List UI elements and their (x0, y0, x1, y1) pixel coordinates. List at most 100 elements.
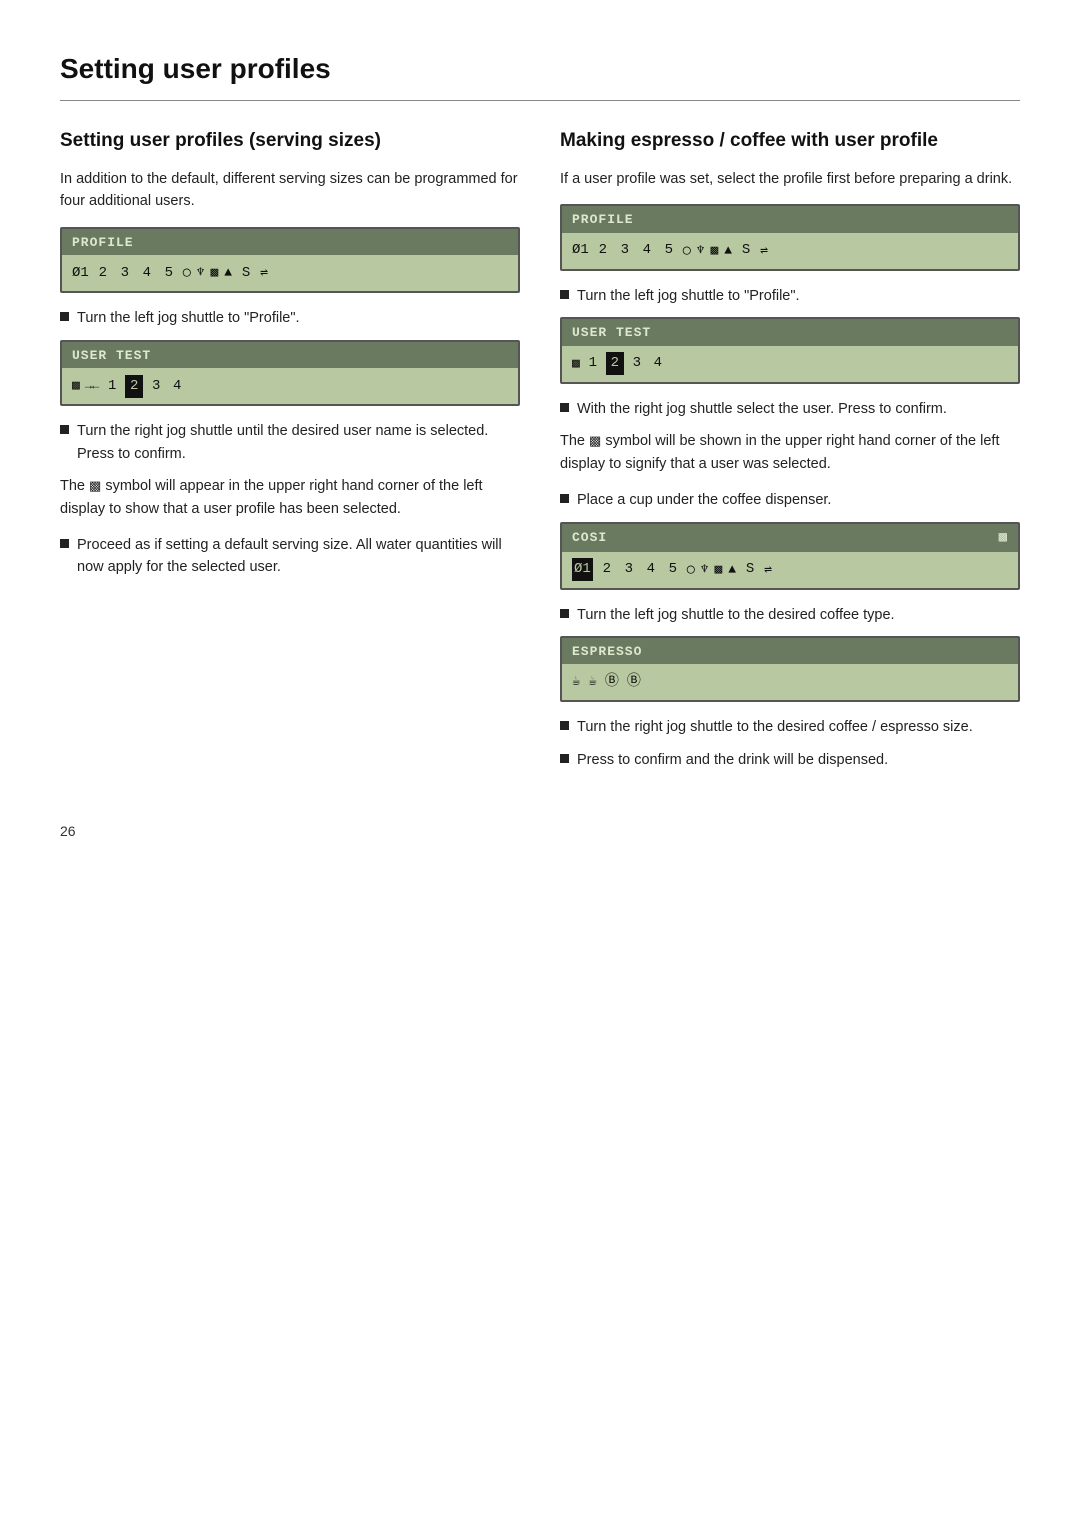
r-bullet-square-5 (560, 721, 569, 730)
right-bullet-4: Turn the left jog shuttle to the desired… (560, 604, 1020, 626)
inline-user-icon: ▩ (89, 476, 101, 496)
right-profile-title: PROFILE (562, 206, 1018, 233)
right-bullet-3: Place a cup under the coffee dispenser. (560, 489, 1020, 511)
left-profile-title: PROFILE (62, 229, 518, 256)
cosi-char-5: 5 (665, 559, 681, 580)
r-lcd-steam-icon: ♆ (697, 241, 705, 261)
left-user-test-display: USER TEST ▩ →← 1 2 3 4 (60, 340, 520, 407)
bullet-square-1 (60, 312, 69, 321)
bullet-square-3 (60, 539, 69, 548)
left-section-heading: Setting user profiles (serving sizes) (60, 129, 520, 154)
left-intro-text: In addition to the default, different se… (60, 168, 520, 213)
cosi-char-o1: Ø1 (572, 558, 593, 581)
r-lcd-char-s: S (738, 240, 754, 261)
cosi-char-s: S (742, 559, 758, 580)
lcd-mountain-icon: ▲ (224, 263, 232, 283)
cosi-display: COSI ▩ Ø1 2 3 4 5 ◯ ♆ ▩ ▲ S ⇌ (560, 522, 1020, 590)
lcd-char-5: 5 (161, 263, 177, 284)
lcd-user-3: 3 (148, 376, 164, 397)
lcd-clock-icon: ◯ (183, 263, 191, 283)
bullet-square-2 (60, 425, 69, 434)
two-column-layout: Setting user profiles (serving sizes) In… (60, 129, 1020, 781)
r-lcd-char-2: 2 (595, 240, 611, 261)
cosi-char-4: 4 (643, 559, 659, 580)
right-user-test-display: USER TEST ▩ 1 2 3 4 (560, 317, 1020, 384)
lcd-settings-icon: ⇌ (260, 263, 268, 283)
left-user-test-title: USER TEST (62, 342, 518, 369)
left-bullet-2-text: Turn the right jog shuttle until the des… (77, 420, 520, 465)
cosi-char-3: 3 (621, 559, 637, 580)
left-bullet-3: Proceed as if setting a default serving … (60, 534, 520, 579)
lcd-char-o1: Ø1 (72, 263, 89, 284)
lcd-user-icon: ▩ (210, 263, 218, 283)
lcd-user-4: 4 (169, 376, 185, 397)
lcd-char-4: 4 (139, 263, 155, 284)
page-title: Setting user profiles (60, 48, 1020, 90)
cosi-mountain-icon: ▲ (728, 560, 736, 580)
right-bullet-2-text: With the right jog shuttle select the us… (577, 398, 947, 420)
right-bullet-4-text: Turn the left jog shuttle to the desired… (577, 604, 895, 626)
cosi-steam-icon: ♆ (701, 560, 709, 580)
cosi-content: Ø1 2 3 4 5 ◯ ♆ ▩ ▲ S ⇌ (562, 552, 1018, 588)
r-bullet-square-2 (560, 403, 569, 412)
left-profile-content: Ø1 2 3 4 5 ◯ ♆ ▩ ▲ S ⇌ (62, 255, 518, 291)
r-lcd-user-icon: ▩ (710, 241, 718, 261)
r-lcd-settings-icon: ⇌ (760, 241, 768, 261)
cosi-clock-icon: ◯ (687, 560, 695, 580)
lcd-char-2: 2 (95, 263, 111, 284)
right-bullet-5: Turn the right jog shuttle to the desire… (560, 716, 1020, 738)
right-bullet-6: Press to confirm and the drink will be d… (560, 749, 1020, 771)
cup-large-icon: Ⓑ (627, 672, 641, 693)
left-bullet-2: Turn the right jog shuttle until the des… (60, 420, 520, 465)
r-lcd-user-4: 4 (650, 353, 666, 374)
arrow-left-icon: →← (85, 377, 99, 395)
espresso-content: ☕ ☕ Ⓑ Ⓑ (562, 664, 1018, 700)
lcd-steam-icon: ♆ (197, 263, 205, 283)
r-lcd-char-o1: Ø1 (572, 240, 589, 261)
r-lcd-char-4: 4 (639, 240, 655, 261)
left-symbol-text: The ▩ symbol will appear in the upper ri… (60, 475, 520, 520)
r-bullet-square-4 (560, 609, 569, 618)
cosi-char-2: 2 (599, 559, 615, 580)
cosi-user-icon2: ▩ (714, 560, 722, 580)
cup-medium-icon: ☕ (588, 672, 596, 693)
cosi-settings-icon: ⇌ (764, 560, 772, 580)
r-inline-user-icon: ▩ (589, 431, 601, 451)
right-profile-content: Ø1 2 3 4 5 ◯ ♆ ▩ ▲ S ⇌ (562, 233, 1018, 269)
right-section-heading: Making espresso / coffee with user profi… (560, 129, 1020, 154)
right-bullet-2: With the right jog shuttle select the us… (560, 398, 1020, 420)
left-profile-display: PROFILE Ø1 2 3 4 5 ◯ ♆ ▩ ▲ S ⇌ (60, 227, 520, 294)
lcd-user-2-selected: 2 (125, 375, 143, 398)
r-bullet-square-1 (560, 290, 569, 299)
left-bullet-1: Turn the left jog shuttle to "Profile". (60, 307, 520, 329)
right-user-test-content: ▩ 1 2 3 4 (562, 346, 1018, 382)
right-bullet-1-text: Turn the left jog shuttle to "Profile". (577, 285, 800, 307)
r-lcd-mountain-icon: ▲ (724, 241, 732, 261)
right-bullet-5-text: Turn the right jog shuttle to the desire… (577, 716, 973, 738)
cup-double-icon: Ⓑ (605, 672, 619, 693)
cup-small-icon: ☕ (572, 672, 580, 693)
right-user-test-title: USER TEST (562, 319, 1018, 346)
left-bullet-3-text: Proceed as if setting a default serving … (77, 534, 520, 579)
espresso-display: ESPRESSO ☕ ☕ Ⓑ Ⓑ (560, 636, 1020, 703)
right-bullet-6-text: Press to confirm and the drink will be d… (577, 749, 888, 771)
page-number: 26 (60, 821, 1020, 842)
left-column: Setting user profiles (serving sizes) In… (60, 129, 520, 781)
right-bullet-1: Turn the left jog shuttle to "Profile". (560, 285, 1020, 307)
user-figure-icon-left: ▩ (72, 376, 80, 396)
right-symbol-text: The ▩ symbol will be shown in the upper … (560, 430, 1020, 475)
r-bullet-square-6 (560, 754, 569, 763)
r-lcd-user-3: 3 (629, 353, 645, 374)
cosi-title-row: COSI ▩ (562, 524, 1018, 552)
left-bullet-1-text: Turn the left jog shuttle to "Profile". (77, 307, 300, 329)
lcd-char-3: 3 (117, 263, 133, 284)
r-bullet-square-3 (560, 494, 569, 503)
r-lcd-char-5: 5 (661, 240, 677, 261)
r-lcd-clock-icon: ◯ (683, 241, 691, 261)
lcd-user-1: 1 (104, 376, 120, 397)
r-user-figure-icon: ▩ (572, 354, 580, 374)
r-lcd-user-2-selected: 2 (606, 352, 624, 375)
left-user-test-content: ▩ →← 1 2 3 4 (62, 368, 518, 404)
right-profile-display: PROFILE Ø1 2 3 4 5 ◯ ♆ ▩ ▲ S ⇌ (560, 204, 1020, 271)
cosi-title-text: COSI (572, 528, 607, 548)
